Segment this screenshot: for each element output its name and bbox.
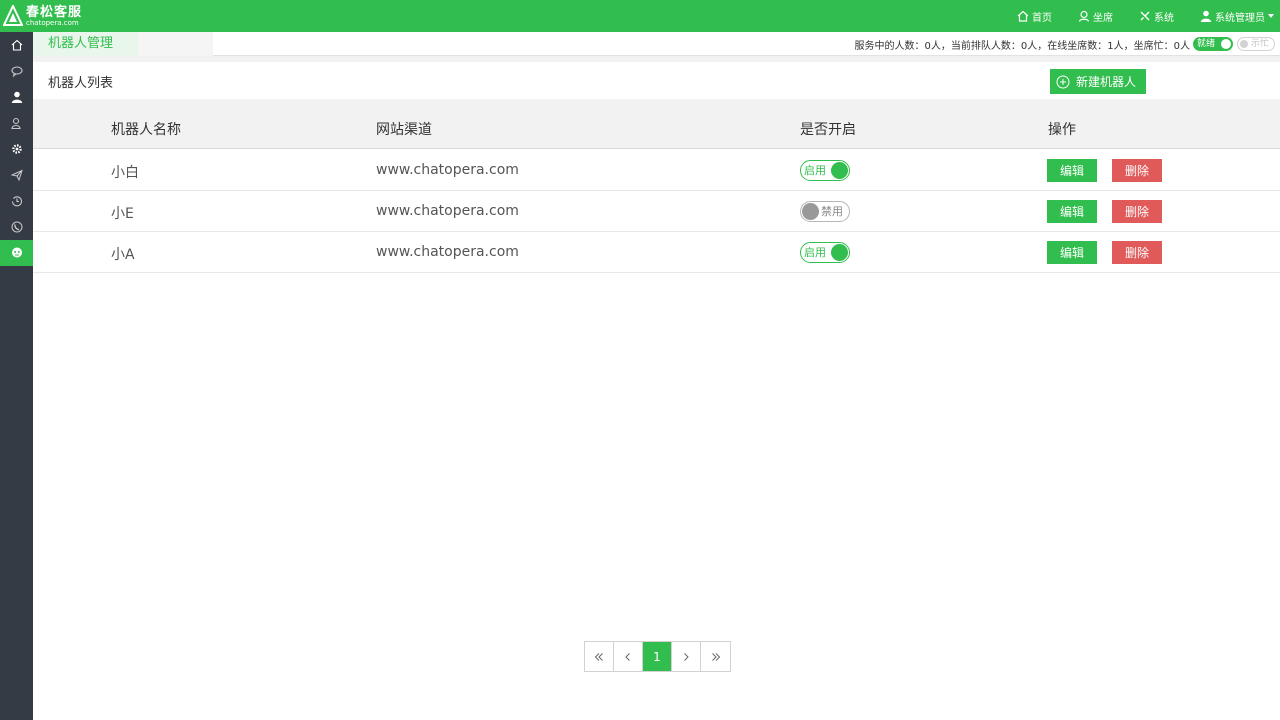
- nav-system[interactable]: 系统: [1139, 9, 1174, 24]
- edit-button[interactable]: 编辑: [1047, 200, 1097, 223]
- tree-logo-icon: [3, 5, 23, 26]
- brand-title: 春松客服: [26, 4, 83, 20]
- chevron-down-icon: [1268, 14, 1274, 18]
- agent-icon: [1078, 10, 1090, 22]
- busy-toggle-label: 示忙: [1251, 39, 1270, 49]
- column-header-actions: 操作: [1048, 122, 1076, 138]
- robot-channel: www.chatopera.com: [376, 203, 519, 219]
- double-chevron-right-icon: [711, 652, 720, 661]
- sidebar-item-chat[interactable]: [0, 58, 33, 84]
- tools-icon: [1140, 11, 1150, 21]
- home-icon: [11, 39, 22, 51]
- user-icon: [1200, 10, 1212, 22]
- double-chevron-left-icon: [594, 652, 603, 661]
- table-row: 小E www.chatopera.com 禁用 编辑 删除: [33, 191, 1280, 232]
- chevron-right-icon: [684, 652, 689, 661]
- table-row: 小A www.chatopera.com 启用 编辑 删除: [33, 232, 1280, 273]
- pagination: 1: [584, 641, 731, 672]
- brand-logo[interactable]: 春松客服 chatopera.com: [3, 4, 82, 28]
- paper-plane-icon: [10, 169, 23, 181]
- busy-toggle-knob: [1240, 40, 1248, 48]
- agent-status-bar: 服务中的人数：0人，当前排队人数：0人，在线坐席数：1人，坐席忙：0人 就绪 示…: [855, 32, 1275, 56]
- phone-icon: [11, 221, 22, 233]
- delete-button[interactable]: 删除: [1112, 159, 1162, 182]
- new-robot-button[interactable]: 新建机器人: [1050, 69, 1146, 94]
- brand-subtitle: chatopera.com: [26, 18, 79, 27]
- sidebar-item-phone[interactable]: [0, 214, 33, 240]
- nav-agent-label: 坐席: [1093, 12, 1113, 24]
- sidebar-item-settings[interactable]: [0, 136, 33, 162]
- tab-strip: 机器人管理 服务中的人数：0人，当前排队人数：0人，在线坐席数：1人，坐席忙：0…: [33, 32, 1280, 56]
- new-robot-label: 新建机器人: [1076, 75, 1137, 89]
- last-page-button[interactable]: [701, 642, 730, 671]
- chat-bubbles-icon: [10, 66, 23, 77]
- nav-home-label: 首页: [1032, 12, 1052, 24]
- robot-channel: www.chatopera.com: [376, 162, 519, 178]
- enable-switch-knob: [831, 162, 848, 179]
- column-header-name: 机器人名称: [111, 122, 181, 138]
- plus-circle-icon: [1056, 75, 1070, 88]
- ready-toggle[interactable]: 就绪: [1193, 37, 1233, 51]
- delete-button[interactable]: 删除: [1112, 241, 1162, 264]
- top-bar: 春松客服 chatopera.com 首页 坐席 系统 系统管理员: [0, 0, 1280, 32]
- sidebar-item-robot[interactable]: [0, 240, 33, 266]
- nav-home[interactable]: 首页: [1017, 9, 1052, 24]
- ready-toggle-knob: [1221, 39, 1231, 49]
- edit-button[interactable]: 编辑: [1047, 241, 1097, 264]
- next-page-button[interactable]: [672, 642, 701, 671]
- robot-channel: www.chatopera.com: [376, 244, 519, 260]
- enable-switch[interactable]: 启用: [800, 242, 850, 263]
- page-title: 机器人列表: [48, 76, 114, 91]
- enable-switch-label: 启用: [804, 246, 826, 259]
- enable-switch[interactable]: 禁用: [800, 201, 850, 222]
- enable-switch-label: 启用: [804, 164, 826, 177]
- edit-button[interactable]: 编辑: [1047, 159, 1097, 182]
- first-page-button[interactable]: [585, 642, 614, 671]
- enable-switch-label: 禁用: [821, 205, 843, 218]
- sidebar-item-home[interactable]: [0, 32, 33, 58]
- chevron-left-icon: [625, 652, 630, 661]
- enable-switch-knob: [831, 244, 848, 261]
- robot-icon: [11, 247, 22, 258]
- table-header: 机器人名称 网站渠道 是否开启 操作: [33, 99, 1280, 149]
- person-icon: [11, 91, 22, 103]
- sidebar-item-history[interactable]: [0, 188, 33, 214]
- nav-agent[interactable]: 坐席: [1078, 9, 1113, 24]
- delete-button[interactable]: 删除: [1112, 200, 1162, 223]
- sidebar-item-person[interactable]: [0, 84, 33, 110]
- nav-system-label: 系统: [1154, 12, 1174, 24]
- table-row: 小白 www.chatopera.com 启用 编辑 删除: [33, 150, 1280, 191]
- column-header-enabled: 是否开启: [800, 122, 856, 138]
- robot-name: 小白: [111, 165, 139, 181]
- robot-name: 小E: [111, 206, 134, 222]
- enable-switch-knob: [802, 203, 819, 220]
- page-number-current[interactable]: 1: [643, 642, 672, 671]
- busy-toggle[interactable]: 示忙: [1237, 37, 1275, 51]
- nav-user-menu[interactable]: 系统管理员: [1200, 9, 1274, 24]
- ready-toggle-label: 就绪: [1197, 39, 1216, 49]
- robot-name: 小A: [111, 247, 135, 263]
- gear-icon: [11, 144, 22, 154]
- main-content: 机器人列表 新建机器人 机器人名称 网站渠道 是否开启 操作 小白 www.ch…: [33, 62, 1280, 720]
- tab-robot-management[interactable]: 机器人管理: [33, 32, 138, 56]
- contacts-icon: [10, 117, 21, 129]
- service-stats-text: 服务中的人数：0人，当前排队人数：0人，在线坐席数：1人，坐席忙：0人: [854, 40, 1190, 52]
- brand-text: 春松客服 chatopera.com: [26, 6, 82, 27]
- tab-strip-spacer: [138, 32, 213, 56]
- sidebar-item-contacts[interactable]: [0, 110, 33, 136]
- nav-user-label: 系统管理员: [1215, 12, 1265, 24]
- enable-switch[interactable]: 启用: [800, 160, 850, 181]
- top-nav: 首页 坐席 系统 系统管理员: [991, 0, 1274, 32]
- prev-page-button[interactable]: [614, 642, 643, 671]
- home-icon: [1017, 10, 1029, 22]
- sidebar: [0, 32, 33, 720]
- sidebar-item-send[interactable]: [0, 162, 33, 188]
- column-header-channel: 网站渠道: [376, 122, 432, 138]
- history-icon: [11, 196, 22, 207]
